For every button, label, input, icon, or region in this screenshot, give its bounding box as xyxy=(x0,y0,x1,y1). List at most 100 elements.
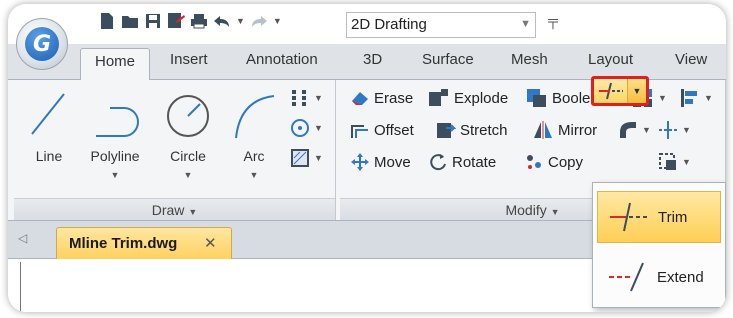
stretch-button[interactable]: Stretch xyxy=(436,118,508,142)
menu-item-extend-label: Extend xyxy=(657,268,704,286)
redo-icon[interactable] xyxy=(250,12,268,30)
tab-annotation[interactable]: Annotation xyxy=(246,51,318,68)
arc-dropdown-icon[interactable]: ▼ xyxy=(226,170,282,180)
polyline-dropdown-icon[interactable]: ▼ xyxy=(84,170,146,180)
app-logo-icon: G xyxy=(25,27,59,61)
point-grid-tool[interactable]: ▼ xyxy=(290,86,323,110)
circle-tool[interactable]: Circle ▼ xyxy=(160,86,216,180)
saveas-icon[interactable] xyxy=(167,12,185,30)
fillet-tool[interactable]: ▼ xyxy=(618,118,651,142)
app-window: ▼ ▼ 2D Drafting ▼ ╤ G Home Insert Annota… xyxy=(8,4,726,312)
tab-view[interactable]: View xyxy=(675,51,707,68)
arc-tool[interactable]: Arc ▼ xyxy=(226,86,282,180)
ellipse-tool[interactable]: ▼ xyxy=(290,116,323,140)
tab-insert[interactable]: Insert xyxy=(170,51,208,68)
quick-access-icons: ▼ ▼ xyxy=(98,12,282,30)
menu-item-trim-label: Trim xyxy=(658,208,688,226)
canvas-edge-line xyxy=(20,262,21,312)
chevron-down-icon[interactable]: ▼ xyxy=(314,153,323,163)
copy-button[interactable]: Copy xyxy=(524,150,588,174)
trim-icon xyxy=(598,82,623,100)
line-label: Line xyxy=(35,148,63,164)
stretch-icon xyxy=(437,123,456,138)
polyline-tool[interactable]: Polyline ▼ xyxy=(84,86,146,180)
chevron-down-icon[interactable]: ▼ xyxy=(314,93,323,103)
chevron-down-icon: ▼ xyxy=(520,18,531,30)
undo-dropdown-icon[interactable]: ▼ xyxy=(236,16,245,26)
workspace-value: 2D Drafting xyxy=(351,16,427,33)
offset-button[interactable]: Offset xyxy=(350,118,414,142)
hatch-tool[interactable]: ▼ xyxy=(290,146,323,170)
chevron-down-icon[interactable]: ▼ xyxy=(682,157,691,167)
explode-button[interactable]: Explode xyxy=(428,86,508,110)
rotate-icon xyxy=(430,154,446,171)
fillet-icon xyxy=(620,122,636,138)
stretch-label: Stretch xyxy=(460,121,508,139)
rotate-label: Rotate xyxy=(452,153,497,171)
quick-access-toolbar: ▼ ▼ 2D Drafting ▼ ╤ xyxy=(8,4,726,44)
extend-icon xyxy=(609,262,644,292)
trim-split-button[interactable]: ▼ xyxy=(591,76,649,106)
chevron-down-icon[interactable]: ▼ xyxy=(642,125,651,135)
move-icon xyxy=(351,153,369,171)
scroll-left-icon[interactable]: ◁ xyxy=(18,231,27,245)
tab-surface[interactable]: Surface xyxy=(422,51,474,68)
hatch-icon xyxy=(291,149,309,167)
mirror-icon xyxy=(534,121,552,139)
copy-label: Copy xyxy=(548,153,584,171)
copy-icon xyxy=(527,155,541,169)
chevron-down-icon: ▼ xyxy=(550,207,560,217)
move-button[interactable]: Move xyxy=(350,150,411,174)
erase-button[interactable]: Erase xyxy=(350,86,413,110)
draw-panel-title[interactable]: Draw ▼ xyxy=(14,198,335,220)
menu-item-trim[interactable]: Trim xyxy=(597,191,721,243)
trim-dropdown-arrow[interactable]: ▼ xyxy=(628,79,646,103)
chevron-down-icon[interactable]: ▼ xyxy=(704,93,713,103)
erase-label: Erase xyxy=(374,89,414,107)
tab-home[interactable]: Home xyxy=(80,48,151,81)
chevron-down-icon: ▼ xyxy=(188,207,198,217)
rotate-button[interactable]: Rotate xyxy=(428,150,496,174)
tab-layout[interactable]: Layout xyxy=(588,51,633,68)
customize-toolbar-icon[interactable]: ╤ xyxy=(548,12,558,28)
tab-3d[interactable]: 3D xyxy=(363,51,382,68)
save-icon[interactable] xyxy=(144,12,162,30)
open-icon[interactable] xyxy=(121,12,139,30)
close-icon[interactable]: ✕ xyxy=(204,234,217,252)
print-icon[interactable] xyxy=(190,12,208,30)
scale-tool[interactable]: ▼ xyxy=(658,150,691,174)
line-icon xyxy=(31,93,65,135)
new-icon[interactable] xyxy=(98,12,116,30)
mirror-button[interactable]: Mirror xyxy=(532,118,597,142)
tab-mesh[interactable]: Mesh xyxy=(511,51,548,68)
line-tool[interactable]: Line xyxy=(24,86,74,164)
trim-extend-menu: Trim Extend xyxy=(592,182,726,308)
modify-panel-title-text: Modify xyxy=(505,202,547,218)
polyline-icon xyxy=(96,107,139,137)
point-grid-icon xyxy=(292,90,306,106)
polyline-label: Polyline xyxy=(90,148,140,164)
menu-item-extend[interactable]: Extend xyxy=(597,251,721,303)
align-tool[interactable]: ▼ xyxy=(680,86,713,110)
break-tool[interactable]: ▼ xyxy=(658,118,691,142)
app-logo-letter: G xyxy=(32,31,52,57)
application-menu-button[interactable]: G xyxy=(16,18,68,70)
ellipse-icon xyxy=(291,119,309,137)
circle-icon xyxy=(167,95,209,137)
chevron-down-icon[interactable]: ▼ xyxy=(314,123,323,133)
circle-dropdown-icon[interactable]: ▼ xyxy=(160,170,216,180)
erase-icon xyxy=(352,92,368,105)
move-label: Move xyxy=(374,153,411,171)
chevron-down-icon[interactable]: ▼ xyxy=(658,93,667,103)
explode-label: Explode xyxy=(454,89,509,107)
undo-icon[interactable] xyxy=(213,12,231,30)
arc-icon xyxy=(235,95,275,139)
circle-label: Circle xyxy=(170,148,206,164)
document-tab-title: Mline Trim.dwg xyxy=(69,235,178,252)
trim-quick-button[interactable] xyxy=(594,79,628,103)
workspace-select[interactable]: 2D Drafting ▼ xyxy=(346,12,536,38)
chevron-down-icon[interactable]: ▼ xyxy=(682,125,691,135)
redo-dropdown-icon[interactable]: ▼ xyxy=(273,16,282,26)
align-icon xyxy=(681,89,697,107)
ribbon-tabs: Home Insert Annotation 3D Surface Mesh L… xyxy=(8,44,726,81)
